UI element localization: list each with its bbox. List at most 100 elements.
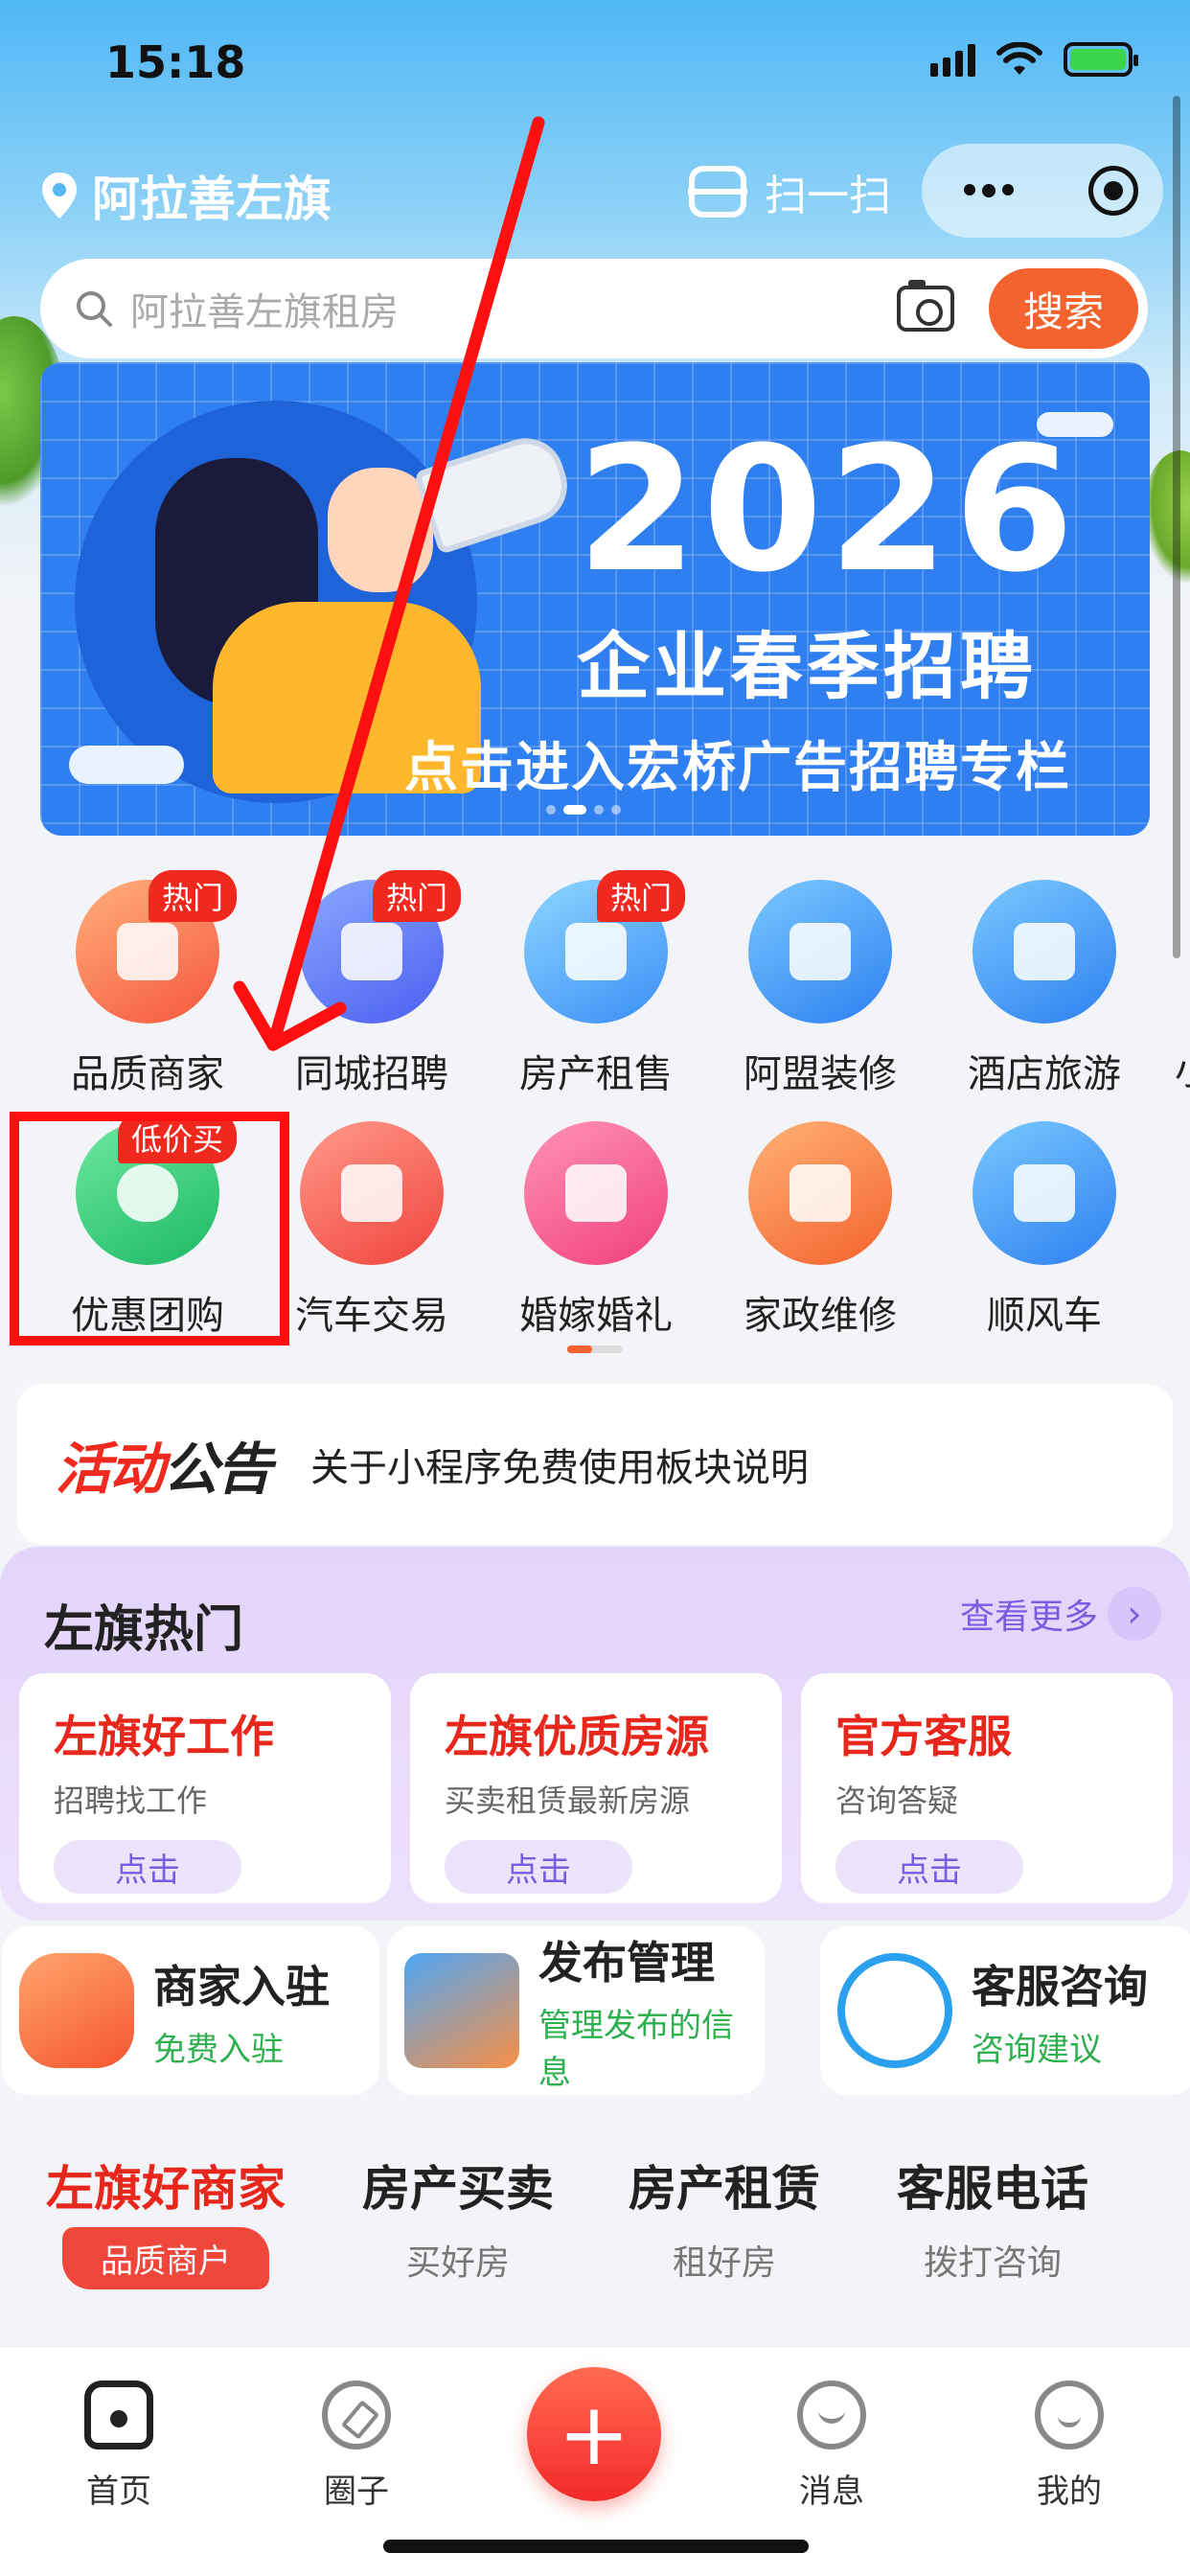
search-icon: [77, 291, 112, 327]
tab-label: 圈子: [324, 2472, 389, 2511]
link-title: 左旗好商家: [46, 2161, 286, 2217]
hot-card-jobs[interactable]: 左旗好工作 招聘找工作 点击: [19, 1673, 391, 1903]
location-pin-icon: [42, 172, 77, 218]
grid-item-decoration[interactable]: 阿盟装修: [724, 880, 916, 1098]
hot-card-button[interactable]: 点击: [445, 1840, 632, 1894]
grid-label: 婚嫁婚礼: [519, 1294, 673, 1338]
search-bar[interactable]: 阿拉善左旗租房 搜索: [40, 259, 1148, 358]
hot-card-title: 左旗好工作: [54, 1711, 274, 1762]
recruit-icon: 热门: [300, 870, 461, 1024]
scan-label: 扫一扫: [765, 172, 891, 220]
service-customer-support[interactable]: 客服咨询 咨询建议: [820, 1926, 1190, 2095]
grid-label: 顺风车: [987, 1294, 1102, 1338]
megaphone-icon: [413, 428, 578, 555]
grid-label: 品质商家: [71, 1052, 224, 1096]
hot-card-button[interactable]: 点击: [835, 1840, 1023, 1894]
link-subtitle: 买好房: [405, 2243, 510, 2283]
link-title: 房产租赁: [629, 2161, 820, 2217]
paint-roller-icon: [748, 880, 892, 1024]
location-label: 阿拉善左旗: [92, 172, 332, 227]
camera-icon[interactable]: [897, 280, 954, 332]
carpool-icon: [973, 1121, 1116, 1265]
tab-me[interactable]: 我的: [993, 2380, 1146, 2512]
location-selector[interactable]: 阿拉善左旗: [40, 161, 332, 230]
grid-label: 同城招聘: [295, 1052, 448, 1096]
tab-label: 我的: [1037, 2472, 1102, 2511]
tab-circle[interactable]: 圈子: [280, 2380, 433, 2512]
hot-section-title: 左旗热门: [44, 1601, 244, 1659]
search-button[interactable]: 搜索: [989, 268, 1138, 349]
grid-label: 汽车交易: [295, 1294, 448, 1338]
grid-label: 酒店旅游: [968, 1052, 1121, 1096]
link-subtitle: 租好房: [672, 2243, 776, 2283]
grid-item-hotel-travel[interactable]: 酒店旅游: [949, 880, 1140, 1098]
building-icon: 热门: [524, 870, 685, 1024]
tab-label: 首页: [86, 2472, 151, 2511]
link-subtitle: 拨打咨询: [923, 2243, 1062, 2283]
search-input[interactable]: 阿拉善左旗租房: [130, 281, 897, 336]
logo-text-red: 活动: [56, 1437, 165, 1502]
service-merchant-join[interactable]: 商家入驻 免费入驻: [2, 1926, 379, 2095]
see-more-label: 查看更多: [959, 1598, 1098, 1637]
more-menu-icon[interactable]: [964, 184, 1014, 197]
link-title: 房产买卖: [362, 2161, 554, 2217]
tab-messages[interactable]: 消息: [755, 2380, 908, 2512]
grid-item-wedding[interactable]: 婚嫁婚礼: [500, 1121, 692, 1340]
edit-card-icon: [404, 1953, 519, 2068]
car-icon: [300, 1121, 444, 1265]
compass-icon: [322, 2380, 391, 2450]
scrollbar[interactable]: [1173, 96, 1180, 958]
service-title: 客服咨询: [972, 1960, 1148, 2012]
hot-card-title: 官方客服: [835, 1711, 1012, 1762]
hot-badge: 热门: [596, 870, 685, 922]
link-quality-merchants[interactable]: 左旗好商家 品质商户: [46, 2150, 286, 2289]
chevron-right-icon: ›: [1108, 1587, 1161, 1641]
service-title: 商家入驻: [153, 1960, 330, 2012]
recruitment-banner[interactable]: 2026 企业春季招聘 点击进入宏桥广告招聘专栏: [40, 362, 1150, 836]
store-icon: 热门: [76, 870, 237, 1024]
service-subtitle: 咨询建议: [972, 2030, 1102, 2069]
grid-item-real-estate[interactable]: 热门 房产租售: [500, 870, 692, 1098]
service-publish-manage[interactable]: 发布管理 管理发布的信息: [387, 1926, 765, 2095]
link-title: 客服电话: [897, 2161, 1088, 2217]
grid-item-recruitment[interactable]: 热门 同城招聘: [276, 870, 468, 1098]
tab-home[interactable]: 首页: [42, 2380, 195, 2512]
grid-item-quality-merchants[interactable]: 热门 品质商家: [52, 870, 243, 1098]
close-miniprogram-icon[interactable]: [1088, 166, 1138, 216]
announcement-bar[interactable]: 活动公告 关于小程序免费使用板块说明: [17, 1384, 1173, 1545]
hot-card-subtitle: 咨询答疑: [835, 1782, 959, 1819]
grid-item-car-trade[interactable]: 汽车交易: [276, 1121, 468, 1340]
hot-card-subtitle: 买卖租赁最新房源: [445, 1782, 691, 1819]
service-subtitle: 免费入驻: [153, 2030, 284, 2069]
wedding-building-icon: [524, 1121, 668, 1265]
profile-icon: [1035, 2380, 1104, 2450]
link-property-rent[interactable]: 房产租赁 租好房: [629, 2150, 820, 2285]
see-more-link[interactable]: 查看更多 ›: [960, 1587, 1161, 1641]
hot-card-support[interactable]: 官方客服 咨询答疑 点击: [801, 1673, 1173, 1903]
miniprogram-capsule: [922, 144, 1163, 238]
hot-badge: 热门: [148, 870, 237, 922]
grid-label: 阿盟装修: [744, 1052, 897, 1096]
hot-card-housing[interactable]: 左旗优质房源 买卖租赁最新房源 点击: [410, 1673, 782, 1903]
message-icon: [797, 2380, 866, 2450]
tab-label: 消息: [799, 2472, 864, 2511]
broom-icon: [748, 1121, 892, 1265]
link-pill: 品质商户: [62, 2227, 269, 2289]
publish-plus-button[interactable]: +: [527, 2367, 661, 2501]
link-property-sale[interactable]: 房产买卖 买好房: [362, 2150, 554, 2285]
link-service-phone[interactable]: 客服电话 拨打咨询: [897, 2150, 1088, 2285]
hot-badge: 热门: [372, 870, 461, 922]
service-title: 发布管理: [538, 1937, 715, 1989]
home-indicator: [383, 2540, 809, 2553]
grid-item-housekeeping[interactable]: 家政维修: [724, 1121, 916, 1340]
palm-tree-icon: [973, 880, 1116, 1024]
announcement-logo: 活动公告: [56, 1424, 272, 1505]
hot-card-button[interactable]: 点击: [54, 1840, 241, 1894]
grid-pager: [567, 1346, 623, 1353]
hot-card-subtitle: 招聘找工作: [54, 1782, 208, 1819]
battery-icon: [1064, 42, 1138, 77]
highlight-box: [10, 1112, 289, 1346]
wifi-icon: [996, 42, 1042, 75]
scan-button[interactable]: 扫一扫: [688, 161, 891, 222]
grid-item-carpool[interactable]: 顺风车: [949, 1121, 1140, 1340]
